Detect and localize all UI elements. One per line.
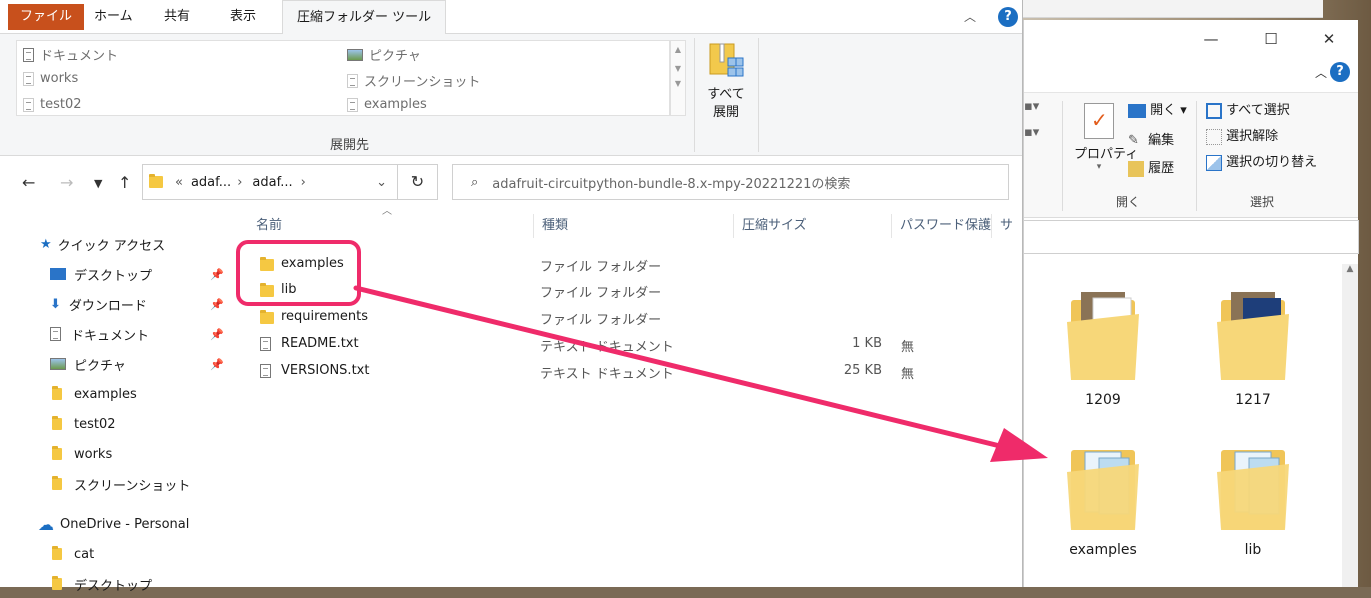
arrow-shaft: [353, 285, 1003, 449]
drag-arrow: [353, 285, 1048, 462]
arrow-head: [990, 428, 1048, 462]
